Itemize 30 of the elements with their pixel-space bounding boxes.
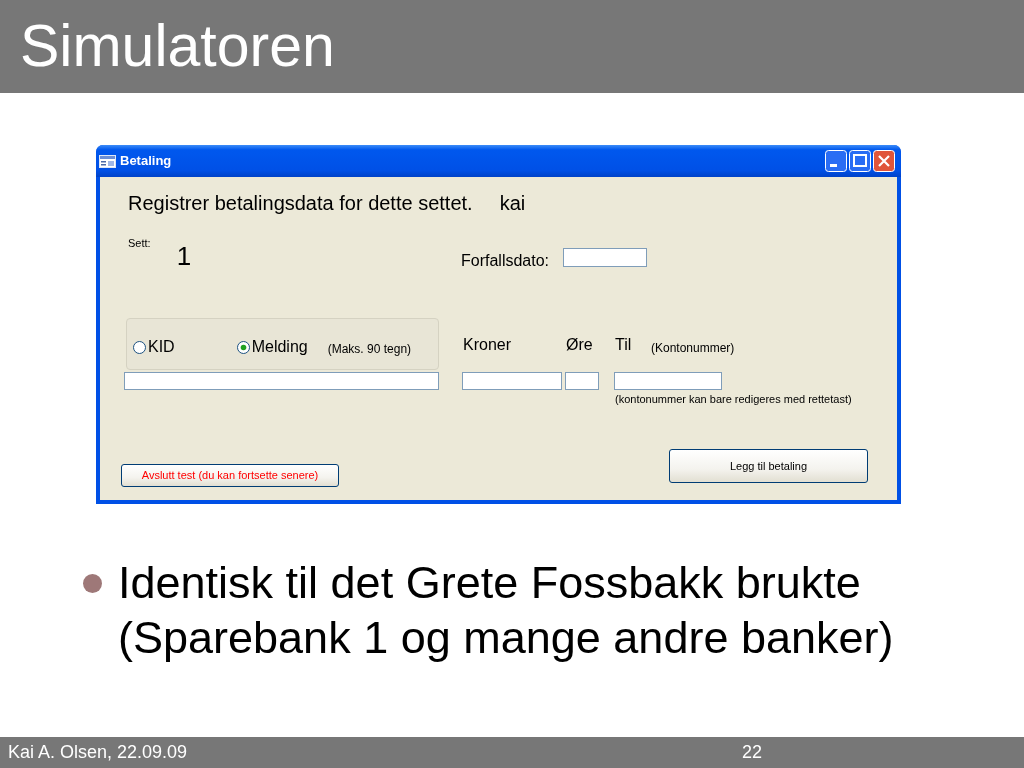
add-payment-button[interactable]: Legg til betaling — [669, 449, 868, 483]
bullet-text: Identisk til det Grete Fossbakk brukte (Sparebank 1 og mange andre banker) — [118, 556, 895, 665]
bullet-icon — [83, 574, 102, 593]
radio-option[interactable]: Melding — [236, 337, 308, 355]
ore-field[interactable] — [565, 372, 599, 390]
minimize-icon[interactable] — [825, 150, 847, 172]
dialog-heading: Registrer betalingsdata for dette settet. — [128, 191, 473, 215]
kroner-field[interactable] — [462, 372, 562, 390]
account-note: (kontonummer kan bare redigeres med rettetast) — [615, 393, 852, 406]
window-title: Betaling — [120, 152, 172, 171]
quit-test-button[interactable]: Avslutt test (du kan fortsette senere) — [121, 464, 339, 487]
set-label: Sett: — [128, 237, 151, 250]
account-hint: (Kontonummer) — [651, 341, 735, 355]
window-icon — [99, 154, 116, 168]
slide-title: Simulatoren — [20, 17, 335, 76]
kroner-label: Kroner — [463, 336, 512, 353]
due-date-label: Forfallsdato: — [461, 251, 550, 270]
account-label: Til — [615, 336, 632, 353]
maximize-icon[interactable] — [849, 150, 871, 172]
ore-label: Øre — [566, 336, 593, 353]
user-name: kai — [499, 191, 526, 215]
close-icon[interactable] — [873, 150, 895, 172]
due-date-field[interactable] — [563, 248, 648, 267]
message-field[interactable] — [124, 372, 439, 390]
page-number: 22 — [742, 741, 763, 764]
set-number: 1 — [176, 243, 192, 269]
message-hint: (Maks. 90 tegn) — [327, 342, 412, 356]
account-field[interactable] — [614, 372, 722, 390]
radio-option[interactable]: KID — [133, 337, 175, 355]
footer-author-date: Kai A. Olsen, 22.09.09 — [7, 741, 188, 764]
